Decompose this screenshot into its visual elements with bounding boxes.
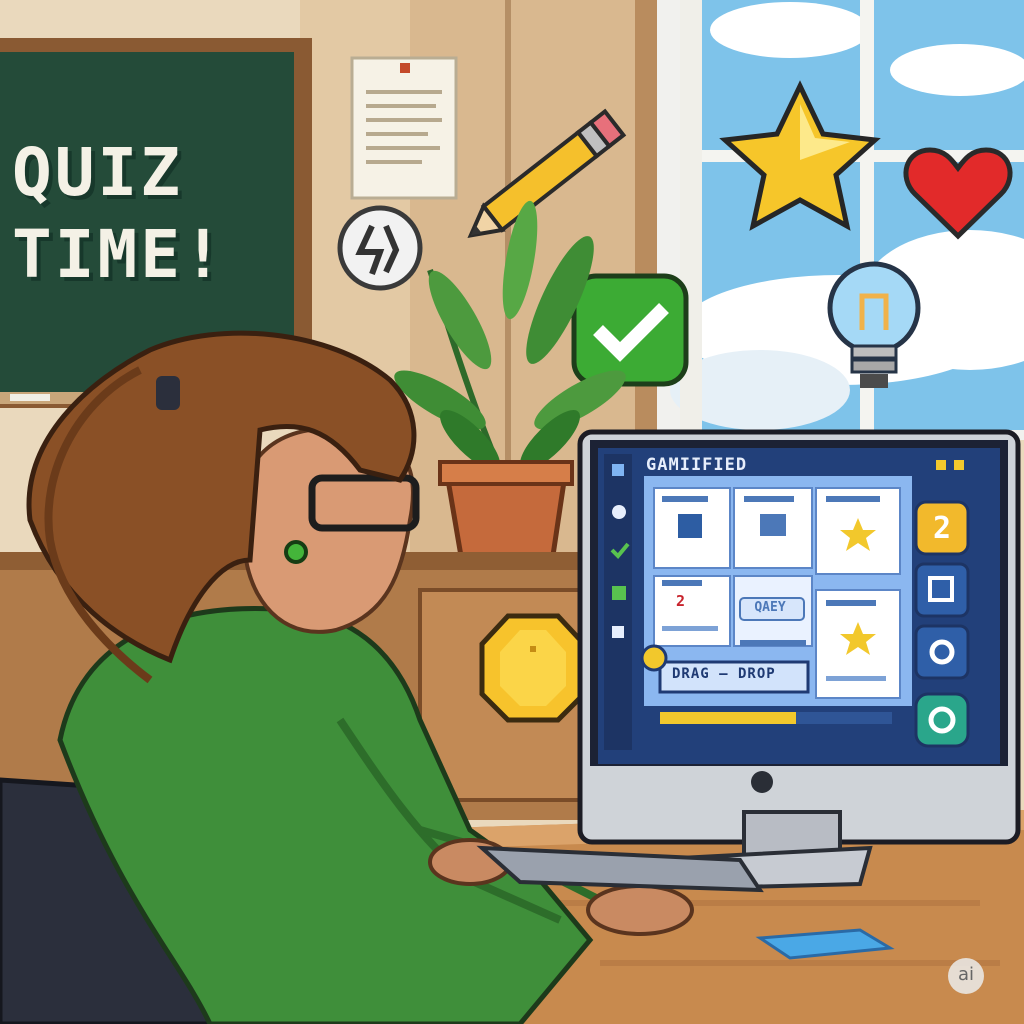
- drag-drop-label[interactable]: DRAG – DROP: [672, 666, 776, 682]
- watermark-badge: ai: [948, 958, 984, 994]
- app-title: GAMIIFIED: [646, 455, 748, 475]
- chalkboard-line-2: TIME!: [12, 216, 226, 293]
- level-badge[interactable]: 2: [917, 503, 967, 553]
- timer-icon: [337, 205, 423, 291]
- chalkboard-text: QUIZ TIME!: [12, 132, 226, 296]
- chalkboard-line-1: QUIZ: [12, 134, 183, 211]
- check-icon: [571, 273, 689, 387]
- query-chip[interactable]: QAEY: [738, 598, 802, 618]
- note-icon: [350, 56, 458, 200]
- coin-icon: [479, 613, 587, 723]
- card-number: 2: [676, 592, 686, 610]
- scene: QUIZ TIME! GAMIIFIED 2 2 QAEY DRAG – DRO…: [0, 0, 1024, 1024]
